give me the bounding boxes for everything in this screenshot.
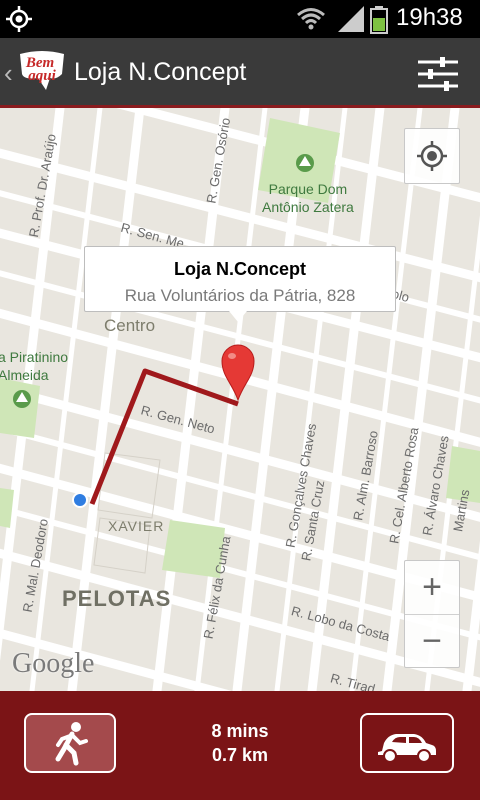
trip-distance: 0.7 km — [211, 745, 269, 765]
back-chevron-icon[interactable]: ‹ — [4, 58, 13, 89]
location-callout[interactable]: Loja N.Concept Rua Voluntários da Pátria… — [84, 246, 396, 312]
status-bar: 19h38 — [0, 0, 480, 38]
park-label-dom-antonio: Parque Dom Antônio Zatera — [262, 181, 354, 215]
map-view[interactable]: R. Prof. Dr. Araújo R. Gen. Osório R. Se… — [0, 108, 480, 691]
car-icon — [378, 734, 436, 763]
zoom-in-button[interactable]: + — [405, 561, 459, 615]
battery-icon — [370, 6, 388, 34]
current-location-icon — [72, 492, 88, 508]
map-pin-icon — [221, 344, 255, 402]
bem-aqui-logo[interactable]: Bem aqui — [16, 50, 68, 94]
city-label: PELOTAS — [62, 586, 172, 611]
google-attribution: Google — [12, 648, 95, 679]
park-piratinino — [0, 378, 40, 438]
callout-title: Loja N.Concept — [173, 259, 306, 279]
park-tree-icon — [296, 154, 314, 172]
walk-icon — [55, 722, 88, 766]
my-location-button[interactable] — [404, 128, 460, 184]
route-bar: 8 mins 0.7 km — [0, 691, 480, 800]
trip-duration: 8 mins — [211, 721, 269, 741]
zoom-out-button[interactable]: − — [405, 615, 459, 668]
gps-icon — [6, 6, 32, 32]
app-bar: ‹ Bem aqui Loja N.Concept — [0, 38, 480, 108]
filter-sliders-icon[interactable] — [414, 54, 462, 94]
park-tree-icon — [13, 390, 31, 408]
drive-mode-button[interactable] — [360, 713, 454, 773]
zoom-controls: + − — [404, 560, 460, 668]
signal-icon — [338, 6, 364, 32]
callout-address: Rua Voluntários da Pátria, 828 — [124, 286, 356, 305]
callout-tail — [229, 311, 247, 322]
walk-mode-button[interactable] — [24, 713, 116, 773]
logo-text-bottom: aqui — [28, 68, 56, 84]
status-time: 19h38 — [396, 4, 463, 31]
park-label-piratinino: a Piratinino Almeida — [0, 349, 69, 383]
trip-summary: 8 mins 0.7 km — [160, 719, 320, 767]
my-location-icon — [417, 141, 447, 171]
district-centro: Centro — [104, 316, 156, 335]
page-title: Loja N.Concept — [74, 58, 247, 86]
wifi-icon — [297, 8, 325, 30]
district-xavier: XAVIER — [108, 518, 165, 534]
